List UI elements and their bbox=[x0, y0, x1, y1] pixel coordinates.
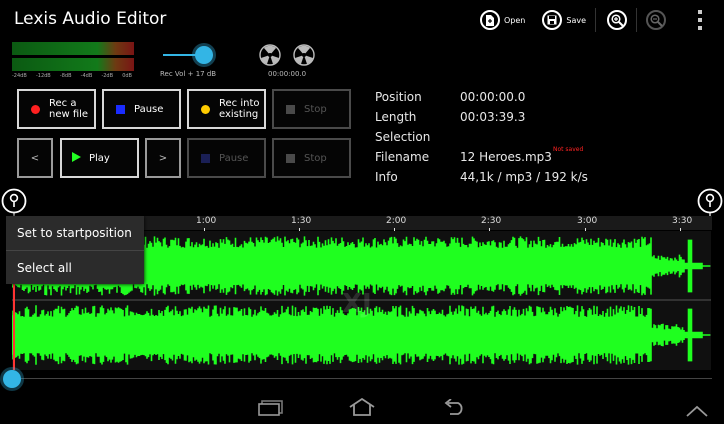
back-icon[interactable] bbox=[442, 398, 466, 419]
level-meter-left-bar bbox=[12, 42, 134, 55]
length-label: Length bbox=[375, 110, 417, 124]
level-meter: -24dB -12dB -8dB -4dB -2dB 0dB bbox=[12, 42, 134, 79]
not-saved-flag: Not saved bbox=[553, 146, 584, 153]
action-separator bbox=[636, 8, 638, 32]
record-dot-icon bbox=[31, 104, 40, 114]
rec-volume-slider[interactable] bbox=[163, 44, 219, 66]
info-label: Info bbox=[375, 170, 398, 184]
record-existing-dot-icon bbox=[201, 104, 210, 114]
stop-icon bbox=[286, 153, 295, 163]
action-bar: Open Save bbox=[480, 8, 667, 32]
previous-button[interactable]: < bbox=[17, 138, 53, 178]
next-button[interactable]: > bbox=[145, 138, 181, 178]
filename-label: Filename bbox=[375, 150, 430, 164]
save-disk-icon bbox=[542, 10, 563, 30]
tick-label-2-00: 2:00 bbox=[386, 216, 407, 226]
level-meter-right-bar bbox=[12, 58, 134, 71]
filename-value: 12 Heroes.mp3 bbox=[460, 150, 552, 164]
tick-label-2-30: 2:30 bbox=[481, 216, 502, 226]
tick-label-3-00: 3:00 bbox=[577, 216, 598, 226]
context-menu: Set to startposition Select all bbox=[6, 216, 144, 284]
watermark: XJ bbox=[342, 289, 372, 319]
tick-label-1-30: 1:30 bbox=[291, 216, 312, 226]
chevron-up-icon[interactable] bbox=[686, 402, 708, 421]
system-nav-bar bbox=[0, 392, 724, 424]
stop-button-top[interactable]: Stop bbox=[272, 89, 351, 129]
pause-icon bbox=[116, 104, 125, 114]
tick-label-1-00: 1:00 bbox=[196, 216, 217, 226]
rec-new-file-button[interactable]: Rec a new file bbox=[17, 89, 96, 129]
menu-item-select-all[interactable]: Select all bbox=[6, 250, 144, 284]
position-label: Position bbox=[375, 90, 422, 104]
save-label: Save bbox=[566, 15, 587, 25]
recent-apps-icon[interactable] bbox=[258, 400, 284, 420]
rec-volume-thumb[interactable] bbox=[195, 46, 213, 64]
zoom-out-icon[interactable] bbox=[646, 10, 667, 30]
position-value: 00:00:00.0 bbox=[460, 90, 526, 104]
home-icon[interactable] bbox=[348, 397, 376, 420]
length-value: 00:03:39.3 bbox=[460, 110, 526, 124]
level-meter-scale: -24dB -12dB -8dB -4dB -2dB 0dB bbox=[12, 73, 132, 79]
tick-label-3-30: 3:30 bbox=[672, 216, 693, 226]
open-file-icon bbox=[480, 10, 500, 30]
menu-item-set-startposition[interactable]: Set to startposition bbox=[6, 216, 144, 250]
open-button[interactable]: Open bbox=[480, 10, 525, 30]
open-label: Open bbox=[504, 15, 526, 25]
play-button[interactable]: Play bbox=[60, 138, 139, 178]
zoom-in-icon[interactable] bbox=[607, 10, 628, 30]
save-button[interactable]: Save bbox=[542, 10, 586, 30]
rec-volume-label: Rec Vol + 17 dB bbox=[160, 70, 217, 78]
tape-reels-icon bbox=[258, 43, 316, 71]
pause-button-bottom[interactable]: Pause bbox=[187, 138, 266, 178]
info-value: 44,1k / mp3 / 192 k/s bbox=[460, 170, 588, 184]
selection-label: Selection bbox=[375, 130, 431, 144]
play-icon bbox=[72, 151, 81, 165]
action-separator bbox=[595, 8, 597, 32]
stop-button-bottom[interactable]: Stop bbox=[272, 138, 351, 178]
position-track bbox=[12, 378, 712, 379]
pause-icon bbox=[201, 153, 210, 163]
stop-icon bbox=[286, 104, 295, 114]
pause-button-top[interactable]: Pause bbox=[102, 89, 181, 129]
position-scrubber-thumb[interactable] bbox=[3, 370, 21, 388]
rec-into-existing-button[interactable]: Rec into existing bbox=[187, 89, 266, 129]
reel-time: 00:00:00.0 bbox=[268, 70, 307, 78]
overflow-menu-icon[interactable] bbox=[698, 10, 702, 34]
app-title: Lexis Audio Editor bbox=[14, 9, 167, 29]
